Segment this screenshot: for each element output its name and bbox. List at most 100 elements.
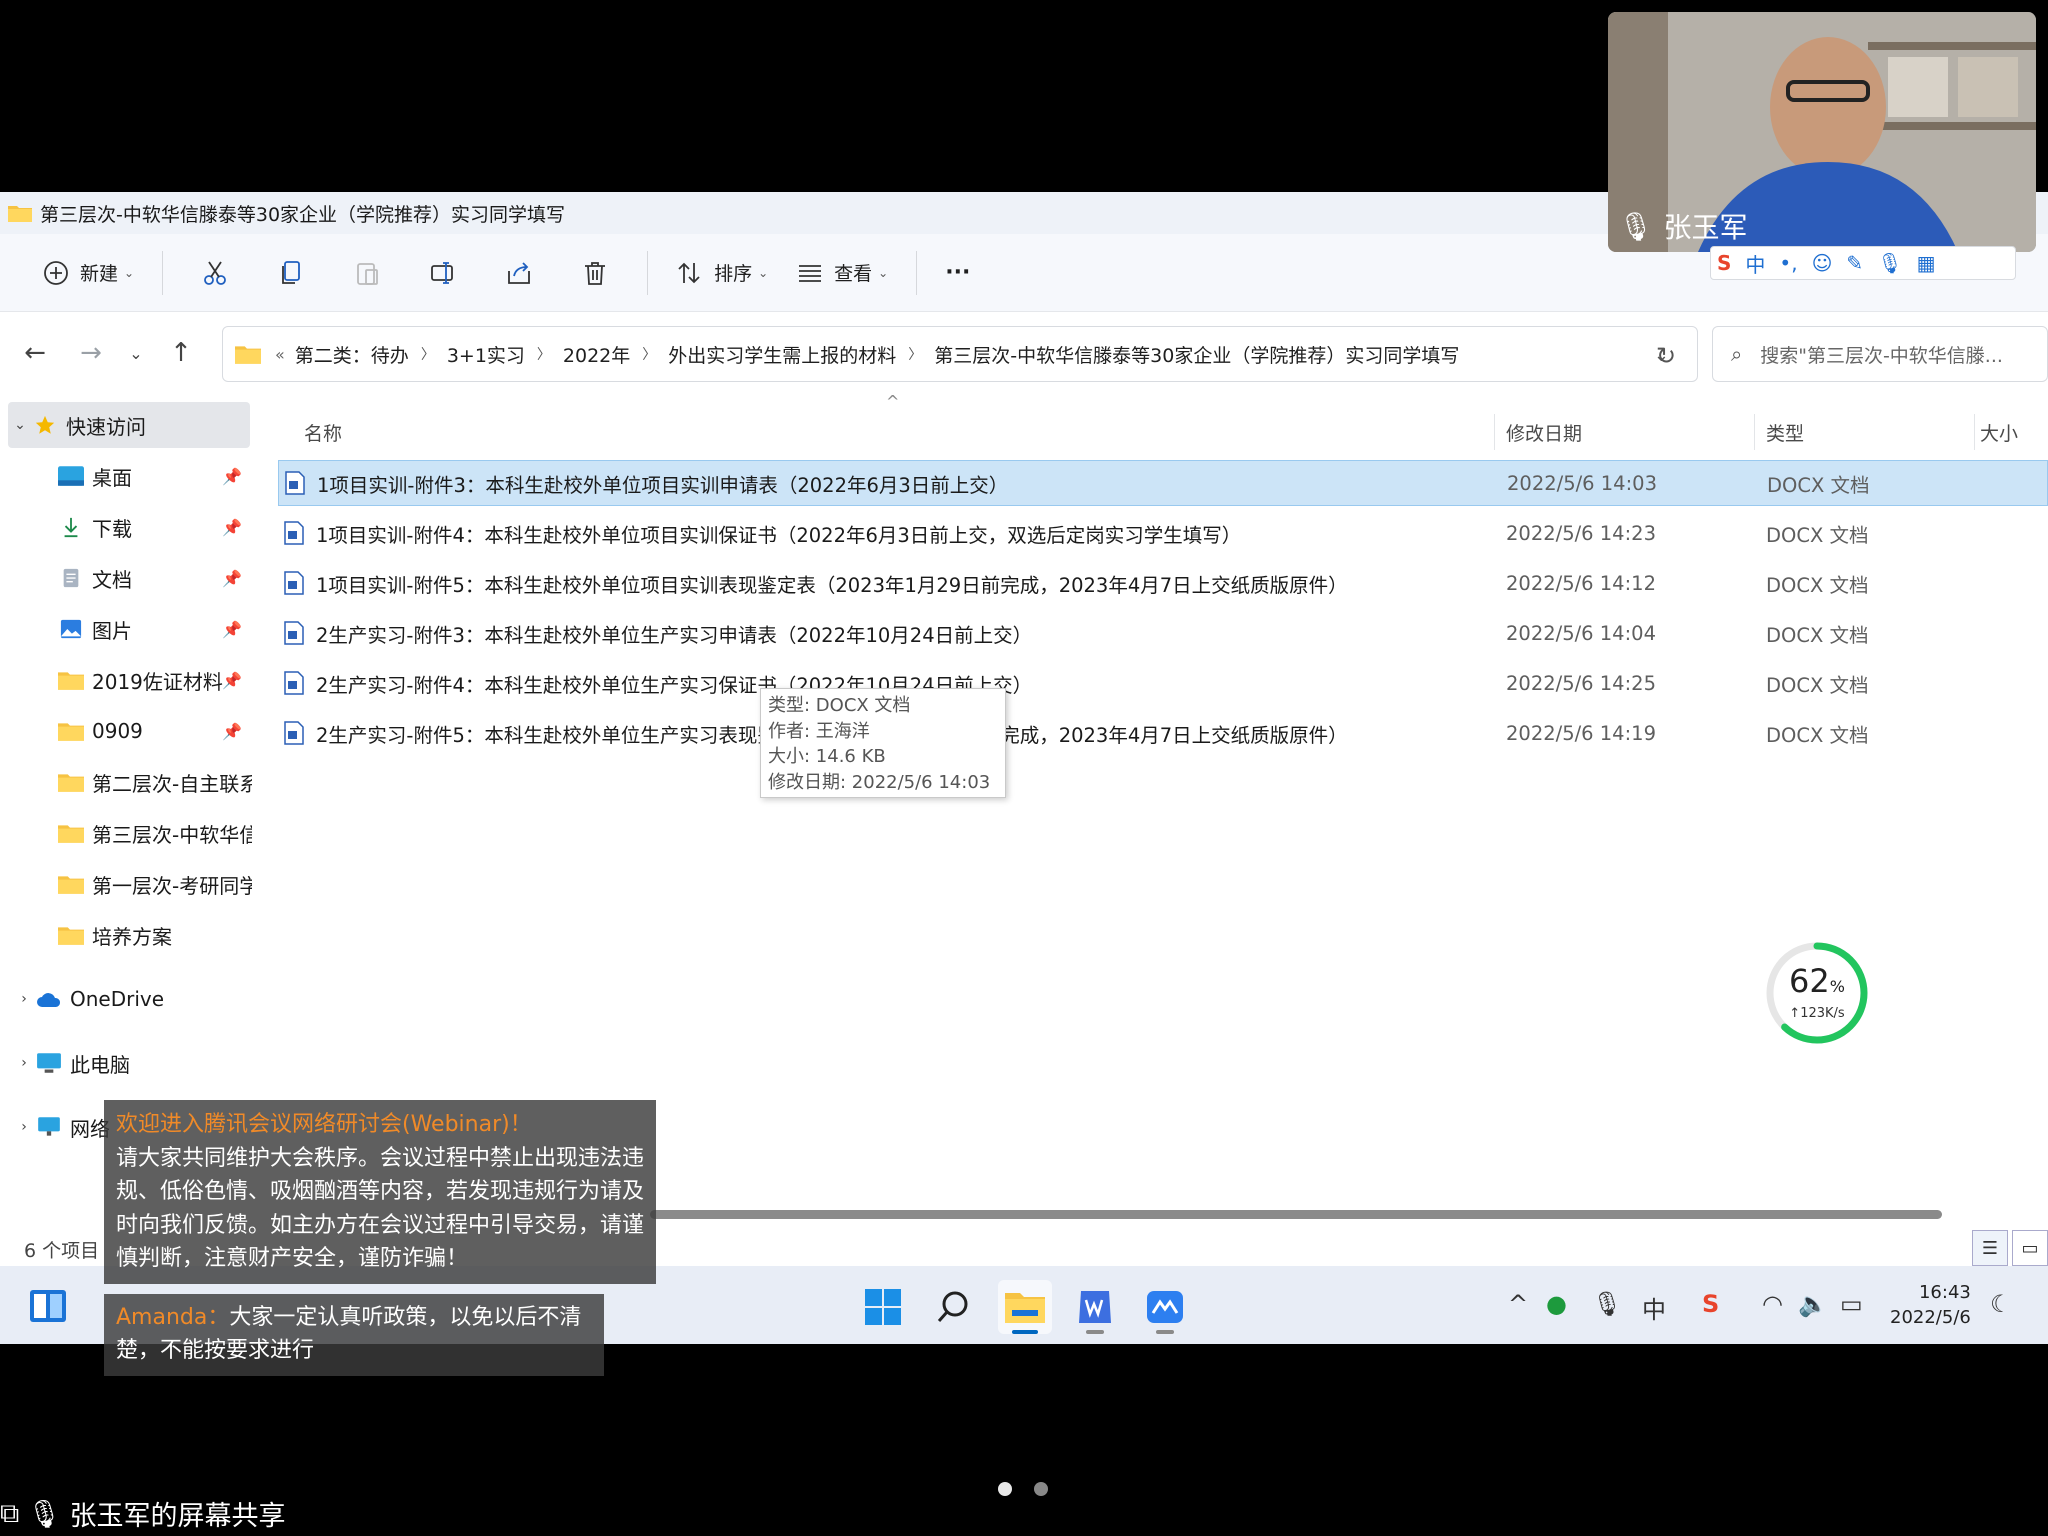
page-dot[interactable] bbox=[998, 1482, 1012, 1496]
breadcrumb-item[interactable]: 2022年 bbox=[563, 341, 630, 368]
file-type: DOCX 文档 bbox=[1766, 723, 1869, 747]
file-explorer-taskbar-button[interactable] bbox=[998, 1280, 1052, 1334]
paste-icon bbox=[357, 262, 378, 285]
focus-moon-icon[interactable]: ☾ bbox=[1990, 1290, 2012, 1318]
word-document-icon bbox=[285, 471, 305, 495]
tray-overflow-chevron-icon[interactable]: ^ bbox=[1508, 1290, 1528, 1318]
punctuation-icon[interactable]: •, bbox=[1779, 251, 1797, 275]
arrow-left-icon: ← bbox=[24, 338, 46, 368]
column-header-name[interactable]: 名称 bbox=[304, 402, 342, 462]
sidebar-item-folder[interactable]: 第二层次-自主联系 bbox=[0, 759, 252, 805]
sidebar-item-folder[interactable]: 0909 📌 bbox=[0, 708, 252, 754]
sidebar-item-pictures[interactable]: 图片 📌 bbox=[0, 606, 252, 652]
sidebar-item-label: 第一层次-考研同学 bbox=[92, 873, 252, 898]
page-dot[interactable] bbox=[1034, 1482, 1048, 1496]
voice-icon[interactable]: 🎙 bbox=[1877, 251, 1902, 275]
horizontal-scrollbar[interactable] bbox=[650, 1210, 1942, 1219]
tiles-view-button[interactable]: ▭ bbox=[2012, 1230, 2048, 1266]
column-label: 修改日期 bbox=[1506, 422, 1583, 445]
word-document-icon bbox=[284, 521, 304, 545]
file-row[interactable]: 2生产实习-附件4：本科生赴校外单位生产实习保证书（2022年10月24日前上交… bbox=[278, 660, 2048, 706]
clock-time: 16:43 bbox=[1918, 1282, 1971, 1303]
sidebar-quick-access[interactable]: ⌄ 快速访问 bbox=[8, 402, 250, 448]
cut-button[interactable] bbox=[187, 247, 243, 299]
address-bar[interactable]: « 第二类：待办 〉 3+1实习 〉 2022年 〉 外出实习学生需上报的材料 … bbox=[222, 326, 1698, 382]
copy-button[interactable] bbox=[263, 247, 319, 299]
breadcrumb-overflow[interactable]: « bbox=[275, 345, 285, 364]
breadcrumb-item[interactable]: 3+1实习 bbox=[447, 341, 525, 368]
breadcrumb-item[interactable]: 外出实习学生需上报的材料 bbox=[668, 341, 896, 368]
sidebar-item-desktop[interactable]: 桌面 📌 bbox=[0, 453, 252, 499]
word-document-icon bbox=[284, 621, 304, 645]
sogou-ime-icon[interactable]: S bbox=[1702, 1290, 1719, 1318]
sidebar-item-folder[interactable]: 第三层次-中软华信 bbox=[0, 810, 252, 856]
column-header-modified[interactable]: 修改日期 bbox=[1506, 402, 1582, 462]
recent-locations-button[interactable]: ⌄ bbox=[124, 330, 148, 376]
details-view-icon: ☰ bbox=[1981, 1237, 1999, 1259]
forward-button[interactable]: → bbox=[68, 330, 114, 376]
view-button[interactable]: 查看 ⌄ bbox=[782, 247, 902, 299]
more-options-button[interactable]: ··· bbox=[931, 247, 984, 299]
file-type: DOCX 文档 bbox=[1766, 523, 1869, 547]
sogou-logo-icon[interactable]: S bbox=[1717, 251, 1731, 275]
sidebar-onedrive[interactable]: › OneDrive bbox=[0, 976, 252, 1022]
network-speed-gauge[interactable]: 62% ↑123K/s bbox=[1764, 940, 1870, 1046]
start-button[interactable] bbox=[856, 1280, 910, 1334]
rename-button[interactable] bbox=[415, 247, 471, 299]
speaker-video-tile[interactable]: 🎙 张玉军 bbox=[1608, 12, 2036, 252]
tencent-meeting-icon bbox=[1147, 1291, 1183, 1323]
pen-icon[interactable]: ✎ bbox=[1846, 251, 1863, 275]
search-box[interactable]: ⌕ 搜索"第三层次-中软华信滕... bbox=[1712, 326, 2048, 382]
system-clock[interactable]: 16:43 2022/5/6 bbox=[1890, 1280, 1971, 1330]
back-button[interactable]: ← bbox=[12, 330, 58, 376]
breadcrumb-item[interactable]: 第三层次-中软华信滕泰等30家企业（学院推荐）实习同学填写 bbox=[934, 341, 1459, 368]
ime-mode-label[interactable]: 中 bbox=[1745, 249, 1765, 278]
file-date: 2022/5/6 14:03 bbox=[1507, 471, 1657, 495]
file-row[interactable]: 1项目实训-附件5：本科生赴校外单位项目实训表现鉴定表（2023年1月29日前完… bbox=[278, 560, 2048, 606]
file-row[interactable]: 2生产实习-附件3：本科生赴校外单位生产实习申请表（2022年10月24日前上交… bbox=[278, 610, 2048, 656]
column-divider[interactable] bbox=[1754, 414, 1755, 450]
chevron-right-icon: › bbox=[21, 1119, 27, 1135]
file-row[interactable]: 2生产实习-附件5：本科生赴校外单位生产实习表现鉴定表（2023年1月29日前完… bbox=[278, 710, 2048, 756]
sidebar-item-downloads[interactable]: 下载 📌 bbox=[0, 504, 252, 550]
ime-language-indicator[interactable]: 中 bbox=[1642, 1290, 1666, 1325]
column-divider[interactable] bbox=[1494, 414, 1495, 450]
wps-taskbar-button[interactable] bbox=[1068, 1280, 1122, 1334]
emoji-icon[interactable]: ☺ bbox=[1812, 251, 1833, 275]
folder-icon bbox=[58, 876, 84, 894]
file-row[interactable]: 1项目实训-附件4：本科生赴校外单位项目实训保证书（2022年6月3日前上交，双… bbox=[278, 510, 2048, 556]
paste-button[interactable] bbox=[339, 247, 395, 299]
sidebar-item-folder[interactable]: 2019佐证材料 📌 bbox=[0, 657, 252, 703]
share-button[interactable] bbox=[491, 247, 547, 299]
breadcrumb-item[interactable]: 第二类：待办 bbox=[295, 341, 409, 368]
new-button[interactable]: 新建 ⌄ bbox=[28, 247, 148, 299]
tray-app-icon[interactable]: ● bbox=[1546, 1290, 1567, 1318]
search-taskbar-button[interactable] bbox=[926, 1280, 980, 1334]
toolbox-icon[interactable]: ▦ bbox=[1917, 251, 1936, 275]
column-header-size[interactable]: 大小 bbox=[1980, 402, 2018, 462]
sidebar-item-folder[interactable]: 培养方案 bbox=[0, 912, 252, 958]
sort-button-label: 排序 bbox=[714, 263, 753, 285]
navigation-bar: ← → ⌄ ↑ « 第二类：待办 〉 3+1实习 〉 2022年 〉 外出实习学… bbox=[0, 312, 2048, 394]
sidebar-this-pc[interactable]: › 此电脑 bbox=[0, 1040, 252, 1086]
widgets-icon[interactable] bbox=[28, 1286, 68, 1326]
refresh-button[interactable]: ↻ bbox=[1646, 336, 1686, 376]
sidebar-item-documents[interactable]: 文档 📌 bbox=[0, 555, 252, 601]
tencent-meeting-taskbar-button[interactable] bbox=[1138, 1280, 1192, 1334]
details-view-button[interactable]: ☰ bbox=[1972, 1230, 2008, 1266]
volume-icon[interactable]: 🔈 bbox=[1798, 1290, 1828, 1318]
microphone-icon[interactable]: 🎙 bbox=[1592, 1290, 1622, 1318]
battery-icon[interactable]: ▭ bbox=[1840, 1290, 1863, 1318]
file-type: DOCX 文档 bbox=[1766, 673, 1869, 697]
wifi-icon[interactable]: ◠ bbox=[1762, 1290, 1783, 1318]
sidebar-item-folder[interactable]: 第一层次-考研同学 bbox=[0, 861, 252, 907]
delete-button[interactable] bbox=[567, 247, 623, 299]
file-row[interactable]: 1项目实训-附件3：本科生赴校外单位项目实训申请表（2022年6月3日前上交） … bbox=[278, 460, 2048, 506]
ime-toolbar[interactable]: S 中 •, ☺ ✎ 🎙 ▦ bbox=[1710, 246, 2016, 280]
sort-button[interactable]: 排序 ⌄ bbox=[662, 247, 782, 299]
file-type: DOCX 文档 bbox=[1766, 623, 1869, 647]
folder-icon bbox=[8, 206, 32, 222]
column-divider[interactable] bbox=[1974, 414, 1975, 450]
up-button[interactable]: ↑ bbox=[158, 330, 204, 376]
column-header-type[interactable]: 类型 bbox=[1766, 402, 1804, 462]
